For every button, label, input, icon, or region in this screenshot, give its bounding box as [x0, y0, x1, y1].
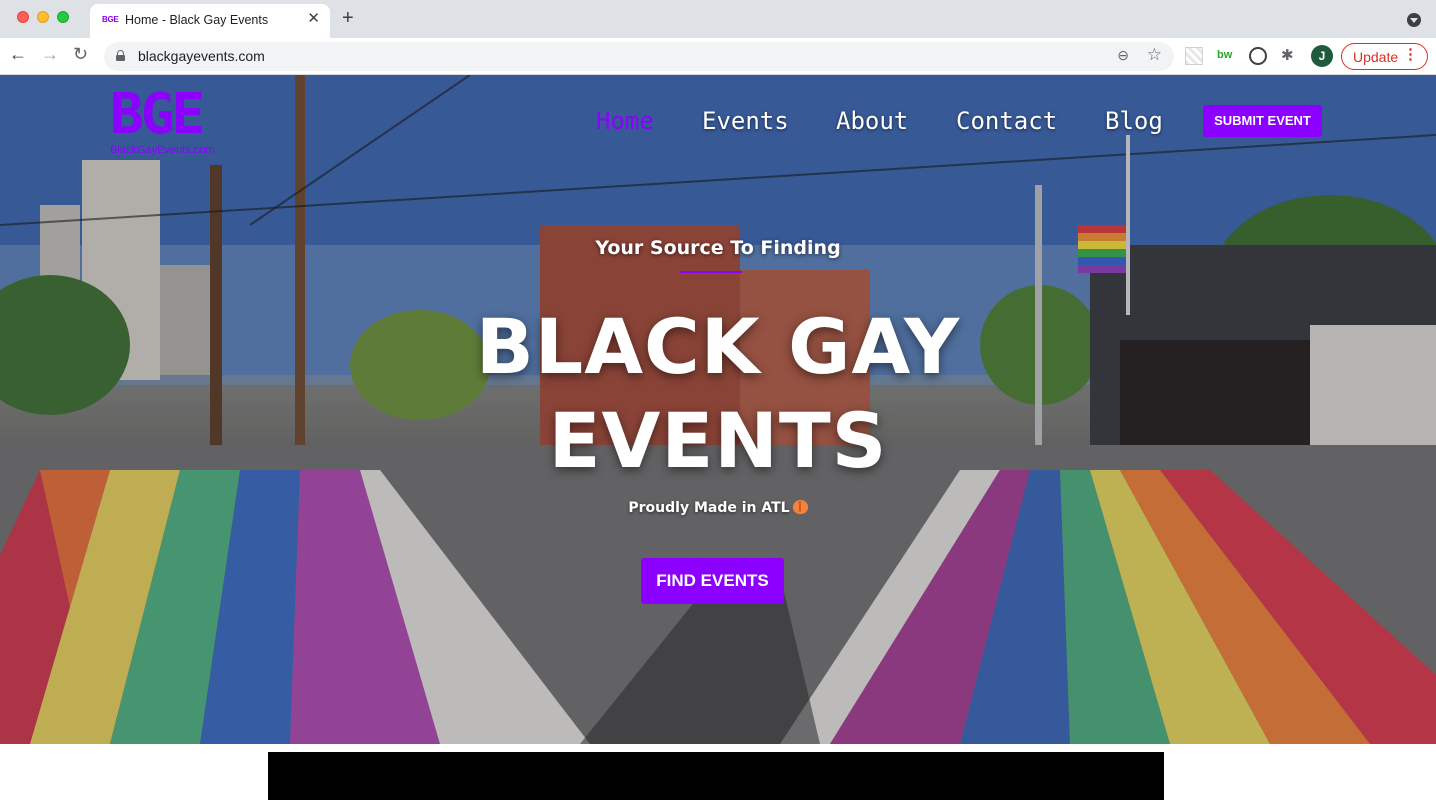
lock-icon[interactable] — [116, 50, 125, 61]
reload-icon[interactable]: ↻ — [73, 45, 88, 63]
tab-title: Home - Black Gay Events — [125, 13, 269, 27]
tab-close-icon[interactable]: ✕ — [307, 11, 320, 26]
extension-circle-icon[interactable] — [1249, 47, 1267, 65]
logo-mark: BGE — [110, 82, 205, 147]
address-bar[interactable]: blackgayevents.com ⊖ ☆ — [104, 42, 1174, 71]
eyebrow-divider — [680, 271, 742, 273]
nav-contact[interactable]: Contact — [956, 107, 1057, 135]
nav-about[interactable]: About — [836, 107, 908, 135]
window-maximize-button[interactable] — [57, 11, 69, 23]
site-logo[interactable]: BGE BlackGayEvents.com — [110, 82, 240, 157]
hero-eyebrow: Your Source To Finding — [595, 237, 841, 259]
tagline-text: Proudly Made in ATL — [628, 500, 790, 516]
update-label: Update — [1353, 49, 1399, 65]
back-icon[interactable]: ← — [9, 45, 27, 63]
new-tab-icon[interactable]: + — [342, 8, 354, 28]
hero-section: BGE BlackGayEvents.com Home Events About… — [0, 75, 1436, 744]
extension-bw-icon[interactable]: bw — [1217, 49, 1235, 67]
menu-dots-icon[interactable]: ⋮ — [1403, 47, 1418, 62]
hero-tagline: Proudly Made in ATL — [0, 500, 1436, 516]
browser-toolbar: ← → ↻ blackgayevents.com ⊖ ☆ bw ✱ J Upda… — [0, 38, 1436, 75]
url-text[interactable]: blackgayevents.com — [138, 48, 265, 64]
extension-icon[interactable] — [1185, 47, 1203, 65]
favicon-icon: BGE — [102, 15, 119, 24]
browser-tab-bar: BGE Home - Black Gay Events ✕ + — [0, 0, 1436, 38]
window-close-button[interactable] — [17, 11, 29, 23]
nav-events[interactable]: Events — [702, 107, 789, 135]
extensions-icon[interactable]: ✱ — [1281, 46, 1299, 64]
submit-event-button[interactable]: SUBMIT EVENT — [1203, 105, 1322, 137]
window-minimize-button[interactable] — [37, 11, 49, 23]
video-embed[interactable] — [268, 752, 1164, 800]
logo-subtitle: BlackGayEvents.com — [110, 144, 215, 156]
tab-search-icon[interactable] — [1407, 13, 1421, 27]
browser-tab[interactable]: BGE Home - Black Gay Events ✕ — [90, 4, 330, 38]
headline-line-1: BLACK GAY — [475, 302, 961, 391]
update-button[interactable]: Update ⋮ — [1341, 43, 1428, 70]
hero-headline: BLACK GAY EVENTS — [0, 300, 1436, 488]
nav-blog[interactable]: Blog — [1105, 107, 1163, 135]
star-icon[interactable]: ☆ — [1147, 45, 1162, 65]
zoom-icon[interactable]: ⊖ — [1117, 47, 1129, 64]
headline-line-2: EVENTS — [548, 396, 888, 485]
find-events-button[interactable]: FIND EVENTS — [641, 558, 784, 604]
forward-icon[interactable]: → — [41, 45, 59, 63]
nav-home[interactable]: Home — [596, 107, 654, 135]
peach-icon — [792, 500, 808, 514]
profile-avatar[interactable]: J — [1311, 45, 1333, 67]
